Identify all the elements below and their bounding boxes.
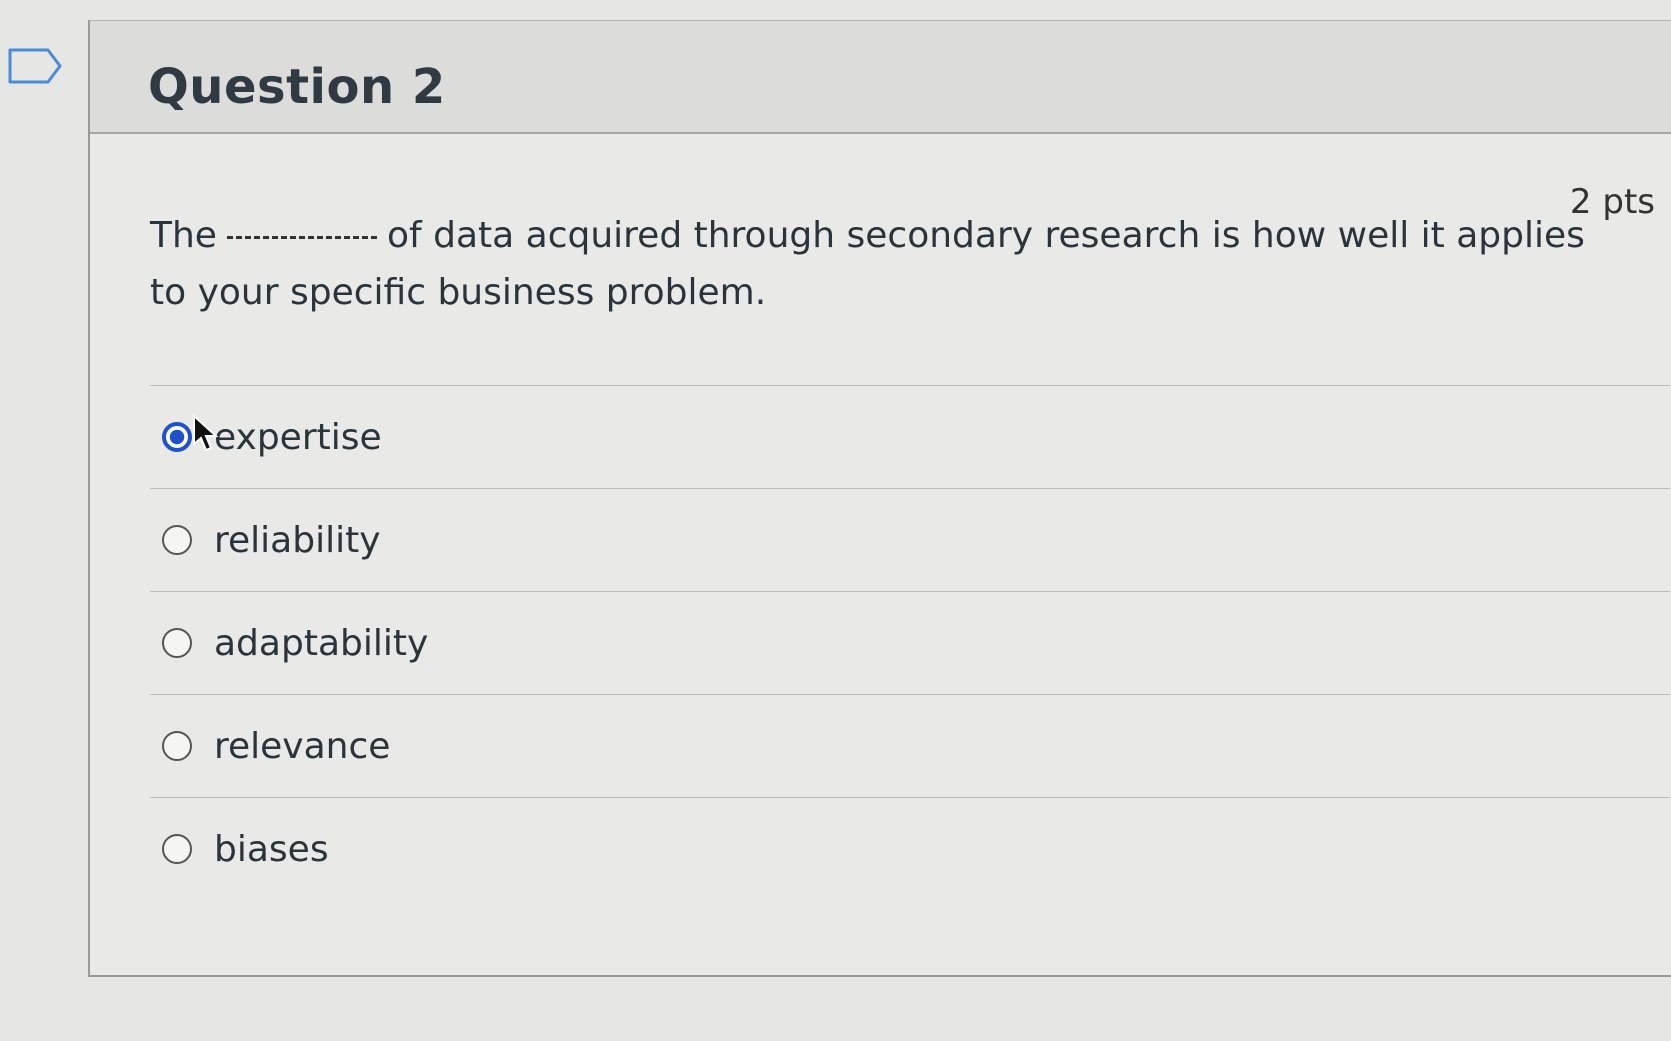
flag-bookmark-icon[interactable] <box>8 46 64 86</box>
answer-option-reliability[interactable]: reliability <box>150 488 1670 591</box>
answer-option-adaptability[interactable]: adaptability <box>150 591 1670 694</box>
answer-label[interactable]: biases <box>214 829 329 870</box>
answer-label[interactable]: adaptability <box>214 623 428 664</box>
answer-label[interactable]: expertise <box>214 417 382 458</box>
question-header: Question 2 <box>90 21 1671 134</box>
mouse-pointer-icon <box>193 414 218 452</box>
question-title: Question 2 <box>148 59 446 115</box>
radio-button[interactable] <box>162 731 192 761</box>
question-text-after: of data acquired through secondary resea… <box>150 215 1585 313</box>
radio-button[interactable] <box>162 834 192 864</box>
quiz-page: Question 2 2 pts The of data acquired thr… <box>0 0 1671 1041</box>
answer-blank <box>226 235 377 239</box>
answer-option-relevance[interactable]: relevance <box>150 694 1670 797</box>
answer-label[interactable]: relevance <box>214 726 390 767</box>
question-text-before: The <box>150 215 217 256</box>
answer-list: expertise reliability adaptability relev… <box>150 385 1670 900</box>
radio-button[interactable] <box>162 525 192 555</box>
answer-option-biases[interactable]: biases <box>150 797 1670 900</box>
answer-option-expertise[interactable]: expertise <box>150 385 1670 488</box>
radio-button-selected[interactable] <box>162 422 192 452</box>
question-text: The of data acquired through secondary re… <box>150 208 1610 322</box>
answer-label[interactable]: reliability <box>214 520 381 561</box>
radio-button[interactable] <box>162 628 192 658</box>
